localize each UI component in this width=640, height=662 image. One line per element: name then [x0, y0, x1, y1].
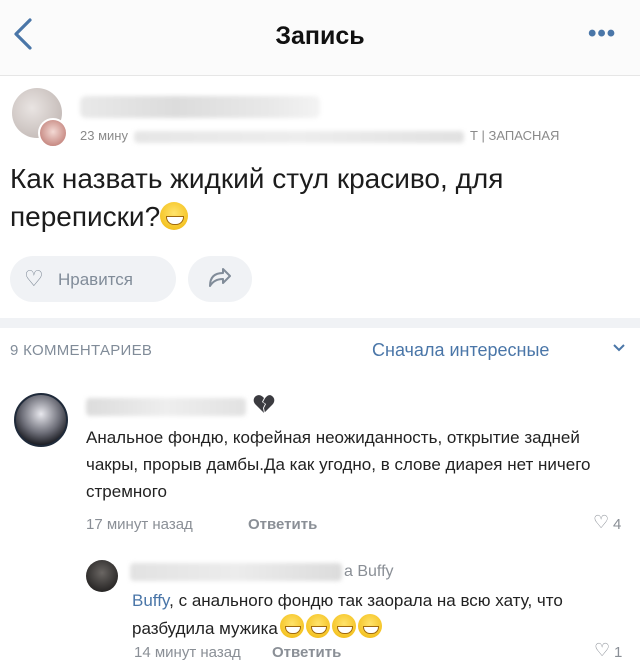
laughing-emoji-icon: [331, 614, 356, 638]
chevron-down-icon[interactable]: [612, 340, 626, 357]
comment-like-heart-icon[interactable]: ♡: [593, 512, 609, 533]
post-author-name-redacted[interactable]: [80, 96, 320, 118]
laughing-emoji-icon: [279, 614, 304, 638]
post-text: Как назвать жидкий стул красиво, для пер…: [10, 160, 620, 236]
reply-time: 14 минут назад: [134, 644, 241, 661]
reply-like-heart-icon[interactable]: ♡: [594, 640, 610, 661]
comment-time: 17 минут назад: [86, 516, 193, 533]
post-time: 23 мину: [80, 128, 128, 143]
reply-button[interactable]: Ответить: [272, 644, 341, 661]
more-options-icon[interactable]: •••: [588, 20, 616, 48]
laughing-emoji-icon: [305, 614, 330, 638]
reply-text: Buffy, с анального фондю так заорала на …: [132, 588, 622, 642]
reply-like-count: 1: [614, 644, 623, 661]
post-source-tag: Т | ЗАПАСНАЯ: [469, 128, 560, 143]
reply-author-name-redacted[interactable]: [130, 563, 342, 581]
like-label: Нравится: [58, 270, 134, 289]
post-text-content: Как назвать жидкий стул красиво, для пер…: [10, 163, 504, 232]
meta-redacted: [133, 130, 464, 143]
laughing-emoji-icon: [357, 614, 382, 638]
reply-addressee: а Buffy: [344, 563, 394, 580]
comment-like-count: 4: [613, 516, 622, 533]
comments-count: 9 КОММЕНТАРИЕВ: [10, 342, 153, 359]
comment-avatar[interactable]: [14, 393, 68, 447]
share-icon: [204, 264, 234, 301]
post-meta: 23 мину Т | ЗАПАСНАЯ: [80, 128, 559, 143]
comment-text: Анальное фондю, кофейная неожиданность, …: [86, 428, 591, 501]
reply-button[interactable]: Ответить: [248, 516, 317, 533]
section-divider: [0, 318, 640, 328]
sort-dropdown[interactable]: Сначала интересные: [372, 340, 549, 361]
heart-icon: ♡: [24, 266, 44, 291]
comment-author-name-redacted[interactable]: [86, 398, 246, 416]
broken-heart-icon: [252, 392, 276, 422]
mention-link[interactable]: Buffy: [132, 591, 169, 610]
author-badge-avatar: [38, 118, 68, 148]
page-title: Запись: [275, 22, 365, 50]
grinning-emoji-icon: [160, 202, 189, 230]
reply-avatar[interactable]: [86, 560, 118, 592]
